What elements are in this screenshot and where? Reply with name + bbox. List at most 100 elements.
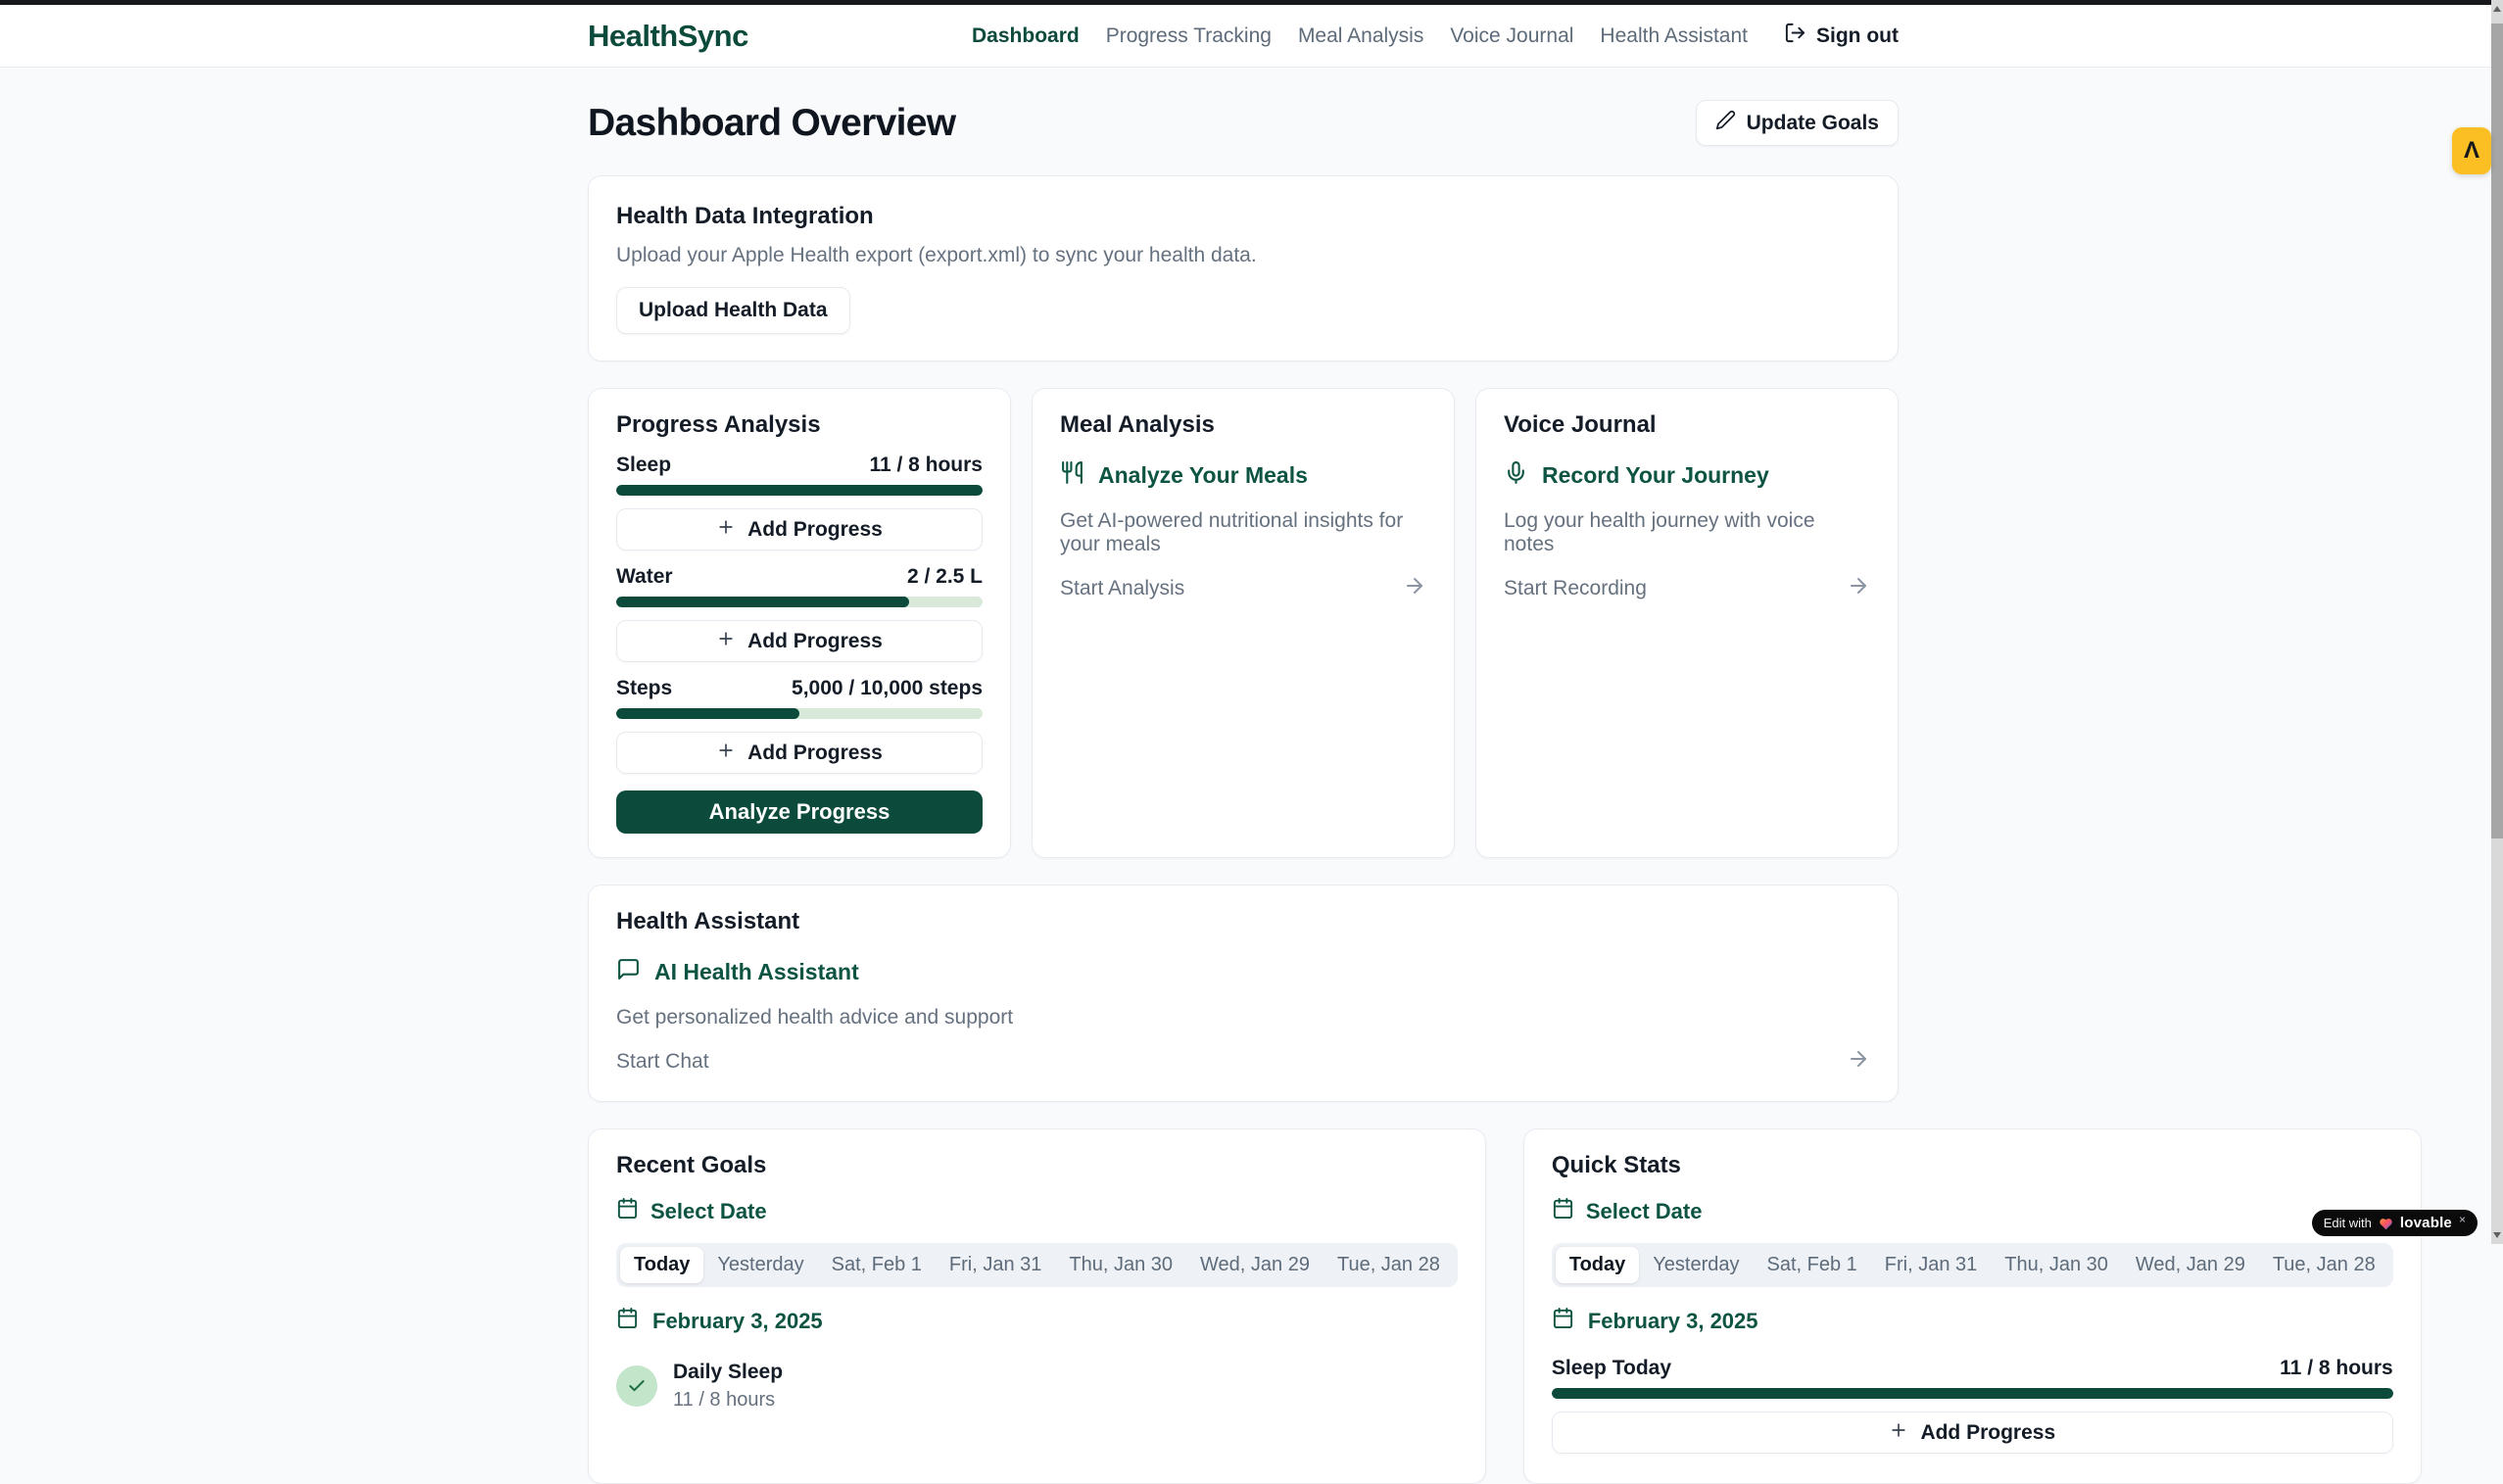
check-circle-icon xyxy=(616,1365,657,1407)
plus-icon xyxy=(1889,1420,1908,1446)
quick-stats-current-date[interactable]: February 3, 2025 xyxy=(1552,1307,2393,1335)
quick-stats-add-progress-button[interactable]: Add Progress xyxy=(1552,1412,2393,1454)
update-goals-label: Update Goals xyxy=(1747,112,1879,135)
water-value: 2 / 2.5 L xyxy=(907,565,983,589)
current-date-label: February 3, 2025 xyxy=(652,1309,823,1334)
water-progress-bar xyxy=(616,597,983,607)
health-assistant-card: Health Assistant AI Health Assistant Get… xyxy=(588,885,1899,1102)
tab-thu-jan-30[interactable]: Thu, Jan 30 xyxy=(1055,1247,1186,1283)
steps-value: 5,000 / 10,000 steps xyxy=(792,677,983,700)
select-date-label: Select Date xyxy=(650,1199,767,1224)
arrow-right-icon xyxy=(1847,1047,1870,1077)
page-title: Dashboard Overview xyxy=(588,102,955,145)
start-analysis-row[interactable]: Start Analysis xyxy=(1060,574,1426,603)
start-recording-row[interactable]: Start Recording xyxy=(1504,574,1870,603)
tab-tue-jan-28[interactable]: Tue, Jan 28 xyxy=(1324,1247,1454,1283)
recent-goals-select-date[interactable]: Select Date xyxy=(616,1197,1458,1225)
recent-goals-current-date[interactable]: February 3, 2025 xyxy=(616,1307,1458,1335)
tab-fri-jan-31[interactable]: Fri, Jan 31 xyxy=(936,1247,1055,1283)
tab-yesterday[interactable]: Yesterday xyxy=(1639,1247,1753,1283)
meal-analysis-title: Meal Analysis xyxy=(1060,411,1426,439)
scrollbar-down-arrow[interactable] xyxy=(2493,1232,2501,1238)
steps-label: Steps xyxy=(616,677,672,700)
vertical-scrollbar[interactable] xyxy=(2491,0,2503,1244)
plus-icon xyxy=(716,517,736,543)
calendar-icon xyxy=(1552,1307,1574,1335)
tab-tue-jan-28[interactable]: Tue, Jan 28 xyxy=(2259,1247,2389,1283)
scrollbar-up-arrow[interactable] xyxy=(2493,6,2501,12)
quick-stats-date-tabs: Today Yesterday Sat, Feb 1 Fri, Jan 31 T… xyxy=(1552,1243,2393,1287)
arrow-right-icon xyxy=(1403,574,1426,603)
record-your-journey-link[interactable]: Record Your Journey xyxy=(1504,460,1870,491)
health-data-integration-card: Health Data Integration Upload your Appl… xyxy=(588,175,1899,361)
nav-voice-journal[interactable]: Voice Journal xyxy=(1450,24,1573,48)
quick-stats-select-date[interactable]: Select Date xyxy=(1552,1197,2393,1225)
sleep-today-value: 11 / 8 hours xyxy=(2280,1357,2393,1380)
assistant-description: Get personalized health advice and suppo… xyxy=(616,1006,1870,1029)
sleep-progress-fill xyxy=(616,485,983,496)
progress-analysis-card: Progress Analysis Sleep 11 / 8 hours Add… xyxy=(588,388,1011,858)
analyze-your-meals-link[interactable]: Analyze Your Meals xyxy=(1060,460,1426,491)
plus-icon xyxy=(716,741,736,766)
sleep-add-progress-button[interactable]: Add Progress xyxy=(616,508,983,551)
steps-add-progress-button[interactable]: Add Progress xyxy=(616,732,983,774)
upload-health-data-button[interactable]: Upload Health Data xyxy=(616,287,850,334)
steps-metric: Steps 5,000 / 10,000 steps Add Progress xyxy=(616,677,983,774)
start-chat-row[interactable]: Start Chat xyxy=(616,1047,1870,1077)
start-analysis-label: Start Analysis xyxy=(1060,577,1184,600)
start-recording-label: Start Recording xyxy=(1504,577,1647,600)
calendar-icon xyxy=(616,1307,639,1335)
analyze-your-meals-label: Analyze Your Meals xyxy=(1098,462,1308,489)
calendar-icon xyxy=(1552,1197,1574,1225)
tab-yesterday[interactable]: Yesterday xyxy=(703,1247,817,1283)
analyze-progress-button[interactable]: Analyze Progress xyxy=(616,790,983,834)
tab-fri-jan-31[interactable]: Fri, Jan 31 xyxy=(1871,1247,1991,1283)
health-assistant-title: Health Assistant xyxy=(616,908,1870,935)
sleep-today-label: Sleep Today xyxy=(1552,1357,1671,1380)
tab-thu-jan-30[interactable]: Thu, Jan 30 xyxy=(1991,1247,2122,1283)
tab-sat-feb-1[interactable]: Sat, Feb 1 xyxy=(1754,1247,1871,1283)
recent-goals-date-tabs: Today Yesterday Sat, Feb 1 Fri, Jan 31 T… xyxy=(616,1243,1458,1287)
select-date-label: Select Date xyxy=(1586,1199,1703,1224)
scrollbar-thumb[interactable] xyxy=(2491,24,2503,838)
sleep-value: 11 / 8 hours xyxy=(869,454,983,477)
calendar-icon xyxy=(616,1197,639,1225)
tab-wed-jan-29[interactable]: Wed, Jan 29 xyxy=(1186,1247,1324,1283)
close-icon[interactable]: × xyxy=(2459,1213,2466,1226)
nav-progress-tracking[interactable]: Progress Tracking xyxy=(1106,24,1272,48)
steps-progress-bar xyxy=(616,708,983,719)
sign-out-label: Sign out xyxy=(1816,24,1899,48)
sleep-today-progress-bar xyxy=(1552,1388,2393,1399)
current-date-label: February 3, 2025 xyxy=(1588,1309,1758,1334)
voice-description: Log your health journey with voice notes xyxy=(1504,509,1870,556)
voice-journal-title: Voice Journal xyxy=(1504,411,1870,439)
plus-icon xyxy=(716,629,736,654)
ai-health-assistant-link[interactable]: AI Health Assistant xyxy=(616,957,1870,987)
quick-stats-title: Quick Stats xyxy=(1552,1152,2393,1179)
edit-with-lovable-badge[interactable]: Edit with lovable × xyxy=(2312,1210,2478,1236)
nav-dashboard[interactable]: Dashboard xyxy=(972,24,1080,48)
water-metric: Water 2 / 2.5 L Add Progress xyxy=(616,565,983,662)
tab-sat-feb-1[interactable]: Sat, Feb 1 xyxy=(818,1247,936,1283)
sleep-today-stat: Sleep Today 11 / 8 hours Add Progress xyxy=(1552,1357,2393,1454)
pencil-icon xyxy=(1715,110,1736,136)
goal-name: Daily Sleep xyxy=(673,1361,783,1384)
add-progress-label: Add Progress xyxy=(747,518,883,542)
tab-today[interactable]: Today xyxy=(620,1247,703,1283)
tab-wed-jan-29[interactable]: Wed, Jan 29 xyxy=(2122,1247,2259,1283)
tab-today[interactable]: Today xyxy=(1556,1247,1639,1283)
lovable-side-badge[interactable]: Λ xyxy=(2452,127,2491,174)
update-goals-button[interactable]: Update Goals xyxy=(1696,100,1899,146)
nav-health-assistant[interactable]: Health Assistant xyxy=(1600,24,1748,48)
edit-with-label: Edit with xyxy=(2324,1216,2372,1230)
brand-logo[interactable]: HealthSync xyxy=(588,19,748,54)
nav-meal-analysis[interactable]: Meal Analysis xyxy=(1298,24,1423,48)
arrow-right-icon xyxy=(1847,574,1870,603)
steps-progress-fill xyxy=(616,708,799,719)
heart-gradient-icon xyxy=(2379,1217,2393,1230)
sign-out-button[interactable]: Sign out xyxy=(1784,22,1899,50)
add-progress-label: Add Progress xyxy=(1920,1421,2055,1445)
water-add-progress-button[interactable]: Add Progress xyxy=(616,620,983,662)
meal-analysis-card: Meal Analysis Analyze Your Meals Get AI-… xyxy=(1032,388,1455,858)
microphone-icon xyxy=(1504,460,1528,491)
